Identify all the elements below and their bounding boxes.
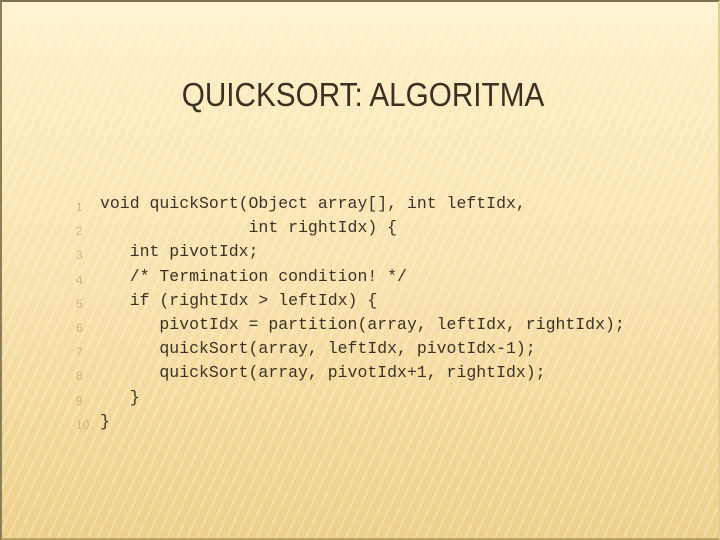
code-line: 9 } [76,386,625,410]
code-text: pivotIdx = partition(array, leftIdx, rig… [100,314,625,334]
line-number: 1 [76,200,83,214]
code-text: int pivotIdx; [100,242,259,262]
code-line: 5 if (rightIdx > leftIdx) { [76,289,625,313]
code-text: /* Termination condition! */ [100,266,407,286]
code-text: } [100,387,140,407]
code-line: 10 } [76,410,625,434]
slide-title: QUICKSORT: ALGORITMA [181,76,545,113]
code-line: 1 void quickSort(Object array[], int lef… [76,192,625,216]
line-number: 8 [76,369,83,384]
line-number: 2 [76,224,83,239]
slide-top-band [2,2,718,32]
code-text: void quickSort(Object array[], int leftI… [100,194,526,213]
code-text: } [100,411,110,431]
code-block: 1 void quickSort(Object array[], int lef… [76,192,625,434]
line-number: 10 [76,417,90,432]
line-number: 7 [76,345,83,360]
code-text: if (rightIdx > leftIdx) { [100,290,378,310]
line-number: 5 [76,296,83,311]
line-number: 9 [76,393,83,408]
line-number: 3 [76,248,83,263]
line-number: 4 [76,272,83,287]
code-line: 8 quickSort(array, pivotIdx+1, rightIdx)… [76,361,625,385]
slide: QUICKSORT: ALGORITMA 1 void quickSort(Ob… [0,0,720,540]
code-line: 2 int rightIdx) { [76,216,625,240]
code-line: 4 /* Termination condition! */ [76,265,625,289]
line-number: 6 [76,320,83,335]
code-text: quickSort(array, pivotIdx+1, rightIdx); [100,363,546,383]
code-text: quickSort(array, leftIdx, pivotIdx-1); [100,339,536,359]
code-text: int rightIdx) { [100,218,398,238]
code-line: 6 pivotIdx = partition(array, leftIdx, r… [76,313,625,337]
code-line: 3 int pivotIdx; [76,240,625,264]
code-line: 7 quickSort(array, leftIdx, pivotIdx-1); [76,337,625,361]
